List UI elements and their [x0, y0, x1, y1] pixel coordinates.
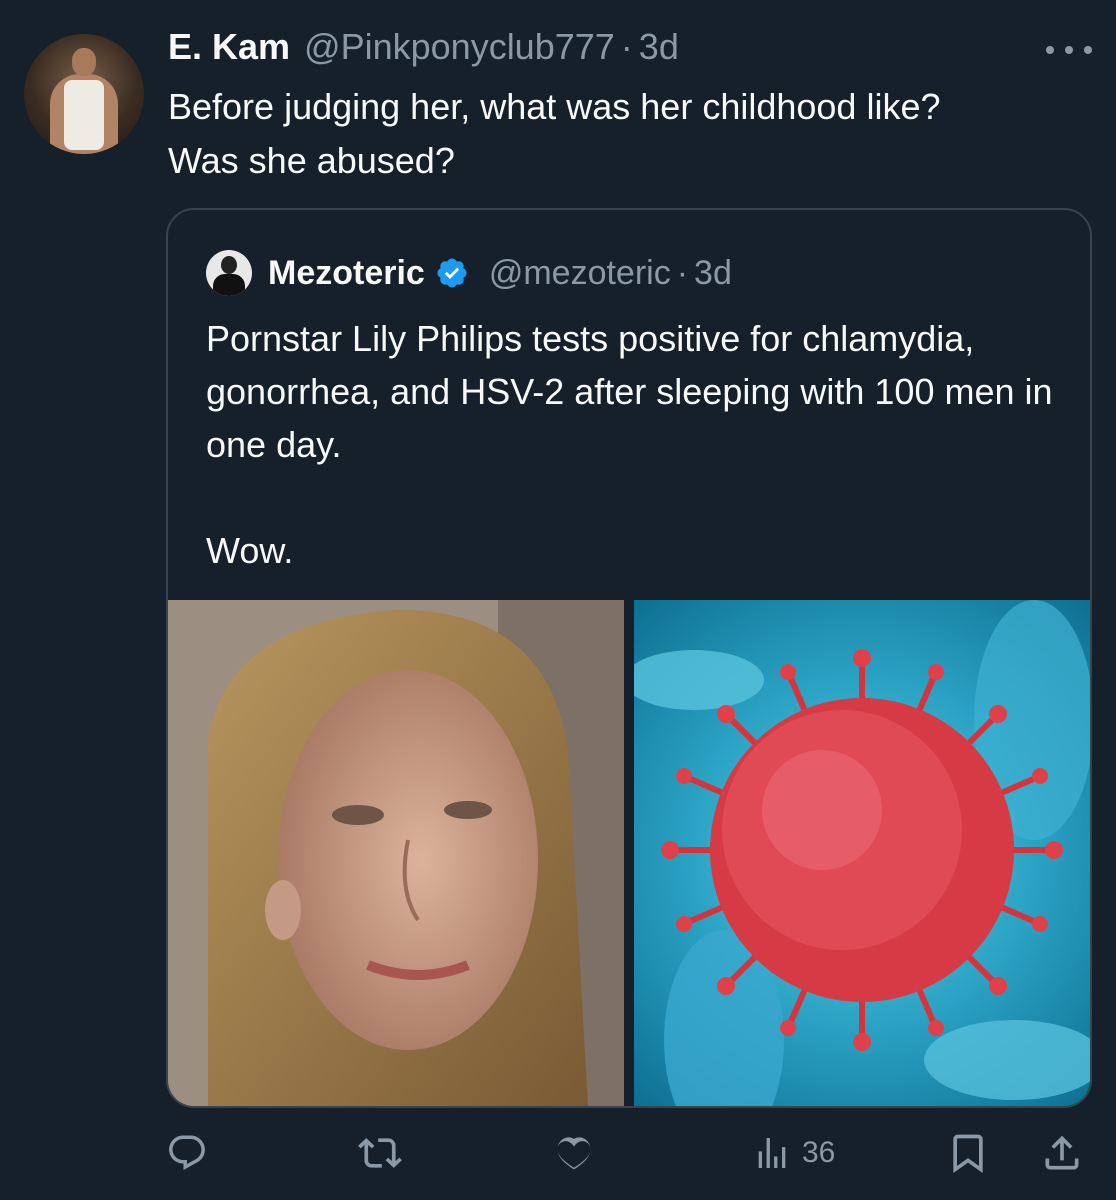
- views-count: 36: [802, 1136, 836, 1169]
- reply-timestamp[interactable]: 3d: [639, 26, 679, 68]
- media-photo-portrait[interactable]: [168, 600, 624, 1106]
- reply-text: Before judging her, what was her childho…: [168, 86, 941, 181]
- reply-author-name[interactable]: E. Kam: [168, 26, 290, 68]
- reply-icon: [169, 1135, 205, 1170]
- avatar-head: [72, 48, 96, 76]
- verified-badge-icon: [437, 258, 467, 288]
- retweet-icon: [358, 1138, 402, 1168]
- more-horizontal-icon[interactable]: [1046, 40, 1092, 60]
- quoted-author-avatar: [206, 250, 252, 296]
- share-icon: [1045, 1135, 1079, 1170]
- header-separator: ·: [620, 26, 633, 67]
- bookmark-icon: [953, 1134, 983, 1174]
- quoted-text: Pornstar Lily Philips tests positive for…: [206, 318, 1053, 571]
- reply-header: E. Kam @Pinkponyclub777 · 3d: [168, 26, 679, 76]
- media-photo-virus[interactable]: [634, 600, 1090, 1106]
- quoted-header-separator: ·: [676, 253, 689, 292]
- quoted-author-name: Mezoteric: [268, 253, 425, 292]
- quoted-media: [168, 600, 1090, 1106]
- quoted-header: Mezoteric @mezoteric · 3d: [268, 248, 732, 298]
- reply-author-handle[interactable]: @Pinkponyclub777: [304, 26, 615, 68]
- bookmark-button[interactable]: [946, 1126, 990, 1180]
- quoted-author-handle: @mezoteric: [488, 253, 671, 292]
- views-chart-icon: [758, 1138, 786, 1168]
- tweet-action-bar: 36: [166, 1126, 1086, 1180]
- like-button[interactable]: [552, 1126, 596, 1180]
- quoted-timestamp: 3d: [694, 253, 732, 292]
- heart-icon: [557, 1137, 591, 1170]
- share-button[interactable]: [1040, 1126, 1084, 1180]
- reply-button[interactable]: [166, 1126, 208, 1180]
- avatar-shirt: [64, 80, 104, 150]
- retweet-button[interactable]: [358, 1126, 402, 1180]
- views-button[interactable]: 36: [752, 1126, 835, 1180]
- reply-author-avatar[interactable]: [24, 34, 144, 154]
- quoted-tweet-card[interactable]: Mezoteric @mezoteric · 3d Pornstar Lily …: [166, 208, 1092, 1108]
